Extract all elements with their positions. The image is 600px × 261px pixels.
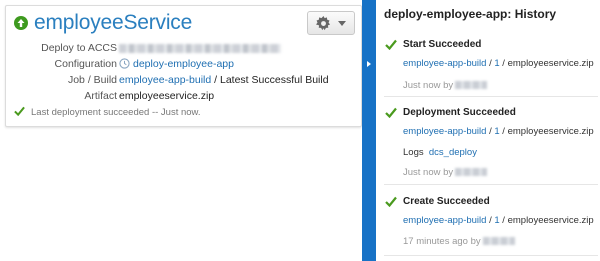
service-title: employeeService [34,11,193,34]
history-item-time: Just now by [403,167,488,178]
redacted-target [119,43,281,53]
deploy-label: Deploy to ACCS [41,42,117,54]
logs-link[interactable]: dcs_deploy [429,147,477,158]
build-description: / Latest Successful Build [211,74,329,86]
history-item-time: 17 minutes ago by [403,236,515,247]
job-link[interactable]: employee-app-build [403,58,486,69]
job-build-row: Job / Build employee-app-build / Latest … [6,72,361,88]
history-item-title: Start Succeeded [403,39,482,50]
history-item-title: Deployment Succeeded [403,107,516,118]
checkmark-icon [385,196,397,207]
job-build-label: Job / Build [67,74,117,86]
logs-label: Logs [403,147,424,158]
history-item-logs: Logs dcs_deploy [403,147,477,158]
configuration-link[interactable]: deploy-employee-app [133,58,234,70]
artifact-name: / employeeservice.zip [499,58,594,69]
configuration-label: Configuration [54,58,117,70]
artifact-name: / employeeservice.zip [499,215,594,226]
configuration-icon [119,58,130,69]
checkmark-icon [385,107,397,118]
divider [384,184,598,185]
history-item-time: Just now by [403,80,488,91]
checkmark-icon [385,39,397,50]
history-item-build: employee-app-build / 1 / employeeservice… [403,58,594,69]
service-card: employeeService Deploy to ACCS Configura… [5,5,362,127]
artifact-label: Artifact [84,90,117,102]
history-item-title: Create Succeeded [403,196,490,207]
job-link[interactable]: employee-app-build [403,215,486,226]
redacted-user [482,237,515,246]
checkmark-icon [14,106,25,116]
job-link[interactable]: employee-app-build [119,74,211,86]
redacted-user [455,168,488,177]
status-up-icon [14,16,28,30]
settings-menu-button[interactable] [307,11,355,35]
divider [384,255,598,256]
divider [384,96,598,97]
gear-icon [316,16,331,31]
history-item-build: employee-app-build / 1 / employeeservice… [403,215,594,226]
panel-toggle-bar[interactable] [362,0,376,261]
job-link[interactable]: employee-app-build [403,126,486,137]
history-panel: deploy-employee-app: History Start Succe… [376,0,600,261]
chevron-right-icon [367,61,371,67]
status-text: Last deployment succeeded -- Just now. [31,107,201,118]
history-item-build: employee-app-build / 1 / employeeservice… [403,126,594,137]
deploy-row: Deploy to ACCS [6,40,361,56]
last-deployment-status: Last deployment succeeded -- Just now. [14,106,201,118]
artifact-row: Artifact employeeservice.zip [6,88,361,104]
artifact-value: employeeservice.zip [119,90,215,102]
history-title: deploy-employee-app: History [384,7,557,21]
configuration-row: Configuration deploy-employee-app [6,56,361,72]
chevron-down-icon [338,21,346,26]
main-panel: employeeService Deploy to ACCS Configura… [0,0,362,261]
redacted-user [455,81,488,90]
artifact-name: / employeeservice.zip [499,126,594,137]
